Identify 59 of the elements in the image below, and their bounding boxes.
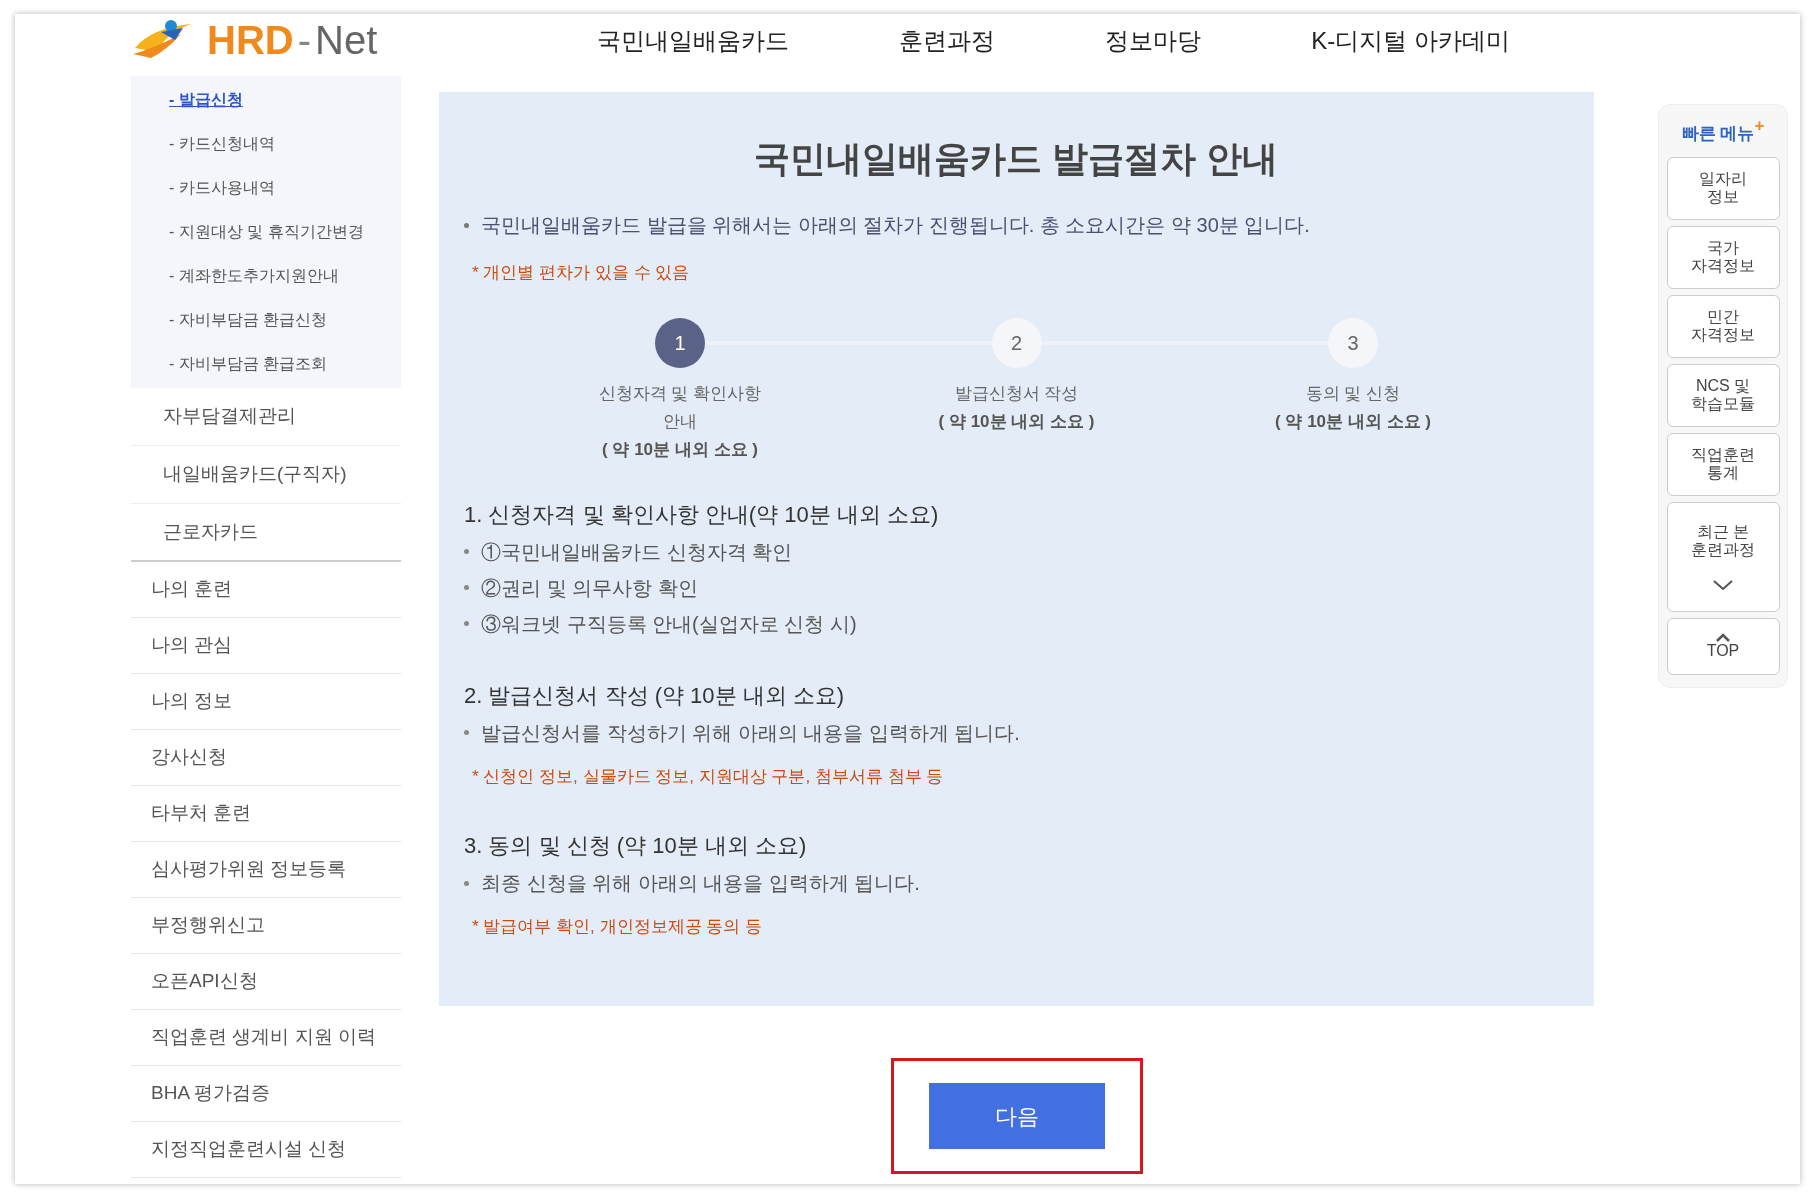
submenu-link[interactable]: - 발급신청 <box>169 78 401 122</box>
chevron-up-icon <box>1715 632 1731 642</box>
sidebar-item[interactable]: 나의 훈련 <box>131 562 401 618</box>
logo-text: HRD <box>207 20 294 60</box>
bullet-text: ③워크넷 구직등록 안내(실업자로 신청 시) <box>481 611 857 637</box>
intro-text: 국민내일배움카드 발급을 위해서는 아래의 절차가 진행됩니다. 총 소요시간은 약 30분 입니다. <box>481 213 1310 238</box>
note-text: * 신청인 정보, 실물카드 정보, 지원대상 구분, 첨부서류 첨부 등 <box>472 765 945 788</box>
sidebar-item[interactable]: 심사평가위원 정보등록 <box>131 842 401 898</box>
sidebar-item[interactable]: 강사신청 <box>131 730 401 786</box>
sidebar-subitem[interactable]: 내일배움카드(구직자) <box>131 446 401 504</box>
section-heading: 3. 동의 및 신청 (약 10분 내외 소요) <box>464 832 808 860</box>
nav-link[interactable]: 훈련과정 <box>899 23 996 59</box>
step-time: ( 약 10분 내외 소요 ) <box>938 410 1095 433</box>
logo-suffix: Net <box>315 20 378 60</box>
bullet-text: ①국민내일배움카드 신청자격 확인 <box>481 539 793 565</box>
submenu-link[interactable]: - 카드신청내역 <box>169 122 401 166</box>
section-heading: 2. 발급신청서 작성 (약 10분 내외 소요) <box>464 681 846 710</box>
quick-menu-button[interactable]: 민간 자격정보 <box>1666 294 1780 358</box>
sidebar-item[interactable]: 나의 정보 <box>131 674 401 730</box>
plus-sign: + <box>1754 117 1765 134</box>
step-label: 신청자격 및 확인사항 안내 <box>597 382 763 433</box>
step-time: ( 약 10분 내외 소요 ) <box>1275 410 1431 433</box>
quick-menu-title: 빠른 메뉴 <box>1681 123 1755 145</box>
submenu-link[interactable]: - 지원대상 및 휴직기간변경 <box>169 210 401 254</box>
step-label: 발급신청서 작성 <box>953 382 1080 405</box>
nav-link[interactable]: 정보마당 <box>1105 23 1202 59</box>
submenu-link[interactable]: - 카드사용내역 <box>169 166 401 210</box>
sidebar-item[interactable]: 부정행위신고 <box>131 898 401 954</box>
submenu-link[interactable]: - 계좌한도추가지원안내 <box>169 254 401 298</box>
sidebar-item[interactable]: 지정직업훈련시설 신청 <box>131 1122 401 1178</box>
nav-link[interactable]: K-디지털 아카데미 <box>1311 23 1510 59</box>
logo-dash: - <box>297 20 311 60</box>
note-text: * 발급여부 확인, 개인정보제공 동의 등 <box>472 916 763 938</box>
next-button[interactable]: 다음 <box>928 1083 1105 1149</box>
sidebar-subitem[interactable]: 자부담결제관리 <box>131 388 401 446</box>
chevron-down-icon <box>1712 578 1734 591</box>
bullet-text: ②권리 및 의무사항 확인 <box>481 575 698 601</box>
nav-link[interactable]: 국민내일배움카드 <box>597 23 790 59</box>
sidebar-item[interactable]: 직업훈련 생계비 지원 이력 <box>131 1010 401 1066</box>
sidebar-item[interactable]: BHA 평가검증 <box>131 1066 401 1122</box>
section-heading: 1. 신청자격 및 확인사항 안내(약 10분 내외 소요) <box>464 500 940 529</box>
submenu-link[interactable]: - 자비부담금 환급조회 <box>169 342 401 386</box>
sidebar-item[interactable]: 타부처 훈련 <box>131 786 401 842</box>
note-text: * 개인별 편차가 있을 수 있음 <box>472 262 691 284</box>
submenu-link[interactable]: - 자비부담금 환급신청 <box>169 298 401 342</box>
quick-menu-button[interactable]: NCS 및 학습모듈 <box>1666 363 1780 427</box>
quick-menu-button[interactable]: TOP <box>1666 617 1780 675</box>
step-time: ( 약 10분 내외 소요 ) <box>602 438 758 461</box>
quick-menu-button[interactable]: 일자리 정보 <box>1666 156 1780 220</box>
sidebar-subitem[interactable]: 근로자카드 <box>131 504 401 562</box>
quick-menu-button[interactable]: 최근 본 훈련과정 <box>1666 501 1780 612</box>
quick-menu-button[interactable]: 국가 자격정보 <box>1666 225 1780 289</box>
sidebar-item[interactable]: 오픈API신청 <box>131 954 401 1010</box>
sidebar-item[interactable]: 나의 관심 <box>131 618 401 674</box>
quick-menu-button[interactable]: 직업훈련 통계 <box>1666 432 1780 496</box>
bullet-text: 발급신청서를 작성하기 위해 아래의 내용을 입력하게 됩니다. <box>481 720 1020 746</box>
guide-title: 국민내일배움카드 발급절차 안내 <box>753 137 1280 181</box>
step-label: 동의 및 신청 <box>1304 382 1402 405</box>
bullet-text: 최종 신청을 위해 아래의 내용을 입력하게 됩니다. <box>481 871 920 896</box>
